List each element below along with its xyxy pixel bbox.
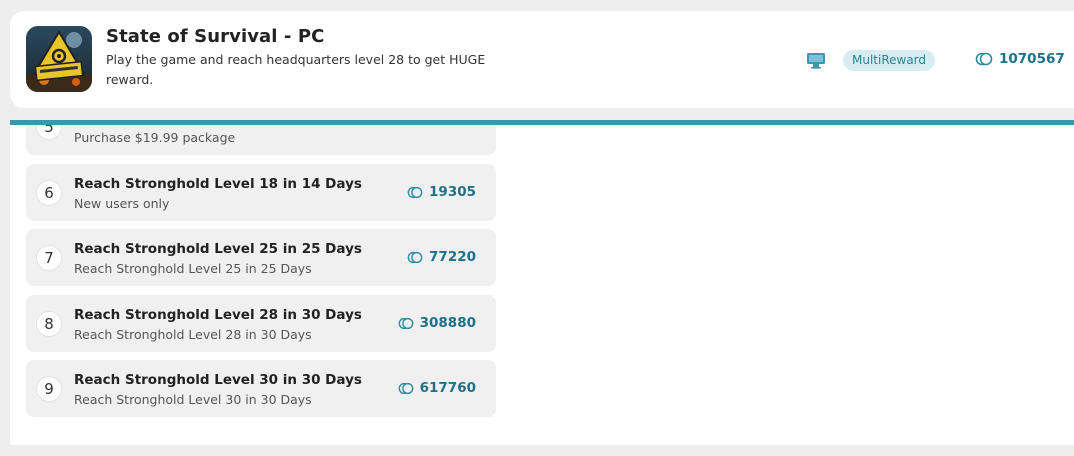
task-number: 9 <box>36 376 62 402</box>
coins-icon <box>398 317 414 329</box>
task-item[interactable]: 7 Reach Stronghold Level 25 in 25 Days R… <box>26 229 496 286</box>
task-number: 6 <box>36 180 62 206</box>
task-subtitle: New users only <box>74 196 170 211</box>
task-list-panel[interactable]: 5 Purchase $19.99 package 6 Reach Strong… <box>10 125 1074 445</box>
task-title: Reach Stronghold Level 28 in 30 Days <box>74 307 362 323</box>
task-reward: 19305 <box>407 184 476 200</box>
task-item[interactable]: 5 Purchase $19.99 package <box>26 125 496 155</box>
task-subtitle: Reach Stronghold Level 30 in 30 Days <box>74 392 312 407</box>
multireward-badge: MultiReward <box>843 50 936 71</box>
coins-icon <box>975 52 993 66</box>
offer-header: State of Survival - PC Play the game and… <box>10 11 1074 108</box>
offer-description: Play the game and reach headquarters lev… <box>106 52 486 87</box>
task-number: 5 <box>36 125 62 140</box>
task-reward: 77220 <box>407 249 476 265</box>
total-reward-value: 1070567 <box>999 51 1065 67</box>
task-title: Reach Stronghold Level 30 in 30 Days <box>74 372 362 388</box>
total-reward: 1070567 <box>975 51 1065 67</box>
task-item[interactable]: 8 Reach Stronghold Level 28 in 30 Days R… <box>26 295 496 352</box>
coins-icon <box>407 251 423 263</box>
task-reward-value: 19305 <box>429 184 476 200</box>
task-number: 7 <box>36 245 62 271</box>
desktop-monitor-icon <box>806 52 826 69</box>
game-logo-icon[interactable] <box>26 26 92 92</box>
task-subtitle: Reach Stronghold Level 25 in 25 Days <box>74 261 312 276</box>
task-subtitle: Reach Stronghold Level 28 in 30 Days <box>74 327 312 342</box>
task-title: Reach Stronghold Level 18 in 14 Days <box>74 176 362 192</box>
task-subtitle: Purchase $19.99 package <box>74 130 236 145</box>
task-title: Reach Stronghold Level 25 in 25 Days <box>74 241 362 257</box>
task-item[interactable]: 6 Reach Stronghold Level 18 in 14 Days N… <box>26 164 496 221</box>
task-item[interactable]: 9 Reach Stronghold Level 30 in 30 Days R… <box>26 360 496 417</box>
task-reward: 617760 <box>398 380 476 396</box>
game-title: State of Survival - PC <box>106 26 325 47</box>
task-number: 8 <box>36 311 62 337</box>
coins-icon <box>398 382 414 394</box>
task-reward: 308880 <box>398 315 476 331</box>
coins-icon <box>407 186 423 198</box>
task-reward-value: 617760 <box>419 380 476 396</box>
task-reward-value: 308880 <box>419 315 476 331</box>
task-reward-value: 77220 <box>429 249 476 265</box>
